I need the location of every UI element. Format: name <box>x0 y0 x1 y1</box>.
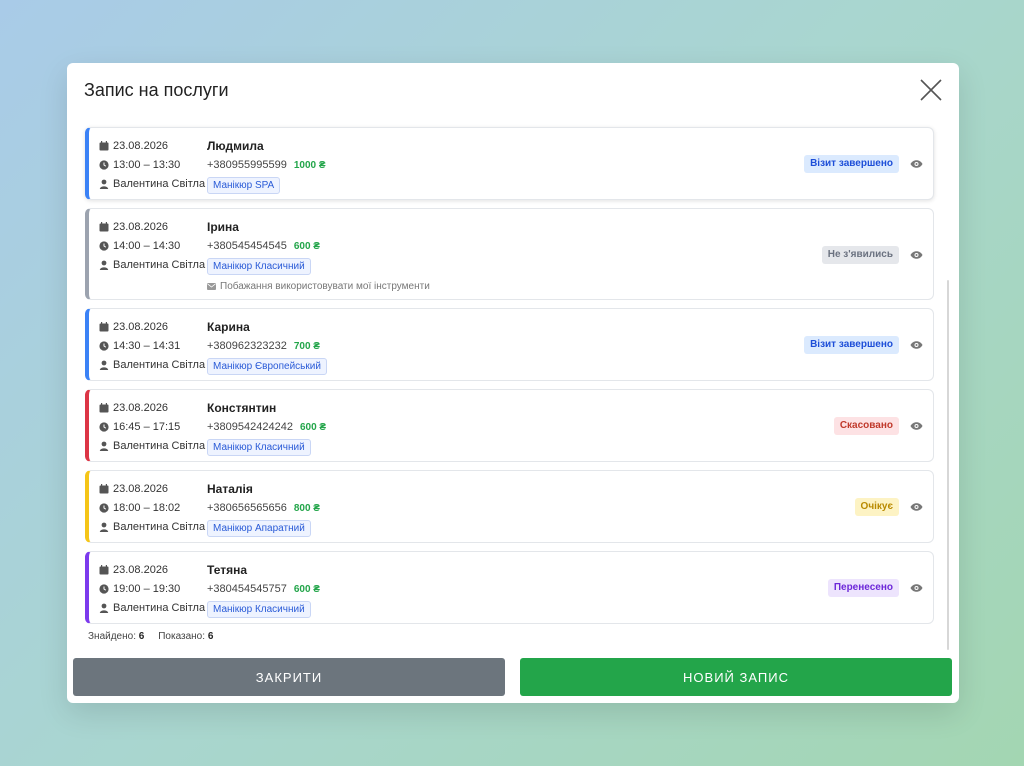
client-name: Тетяна <box>207 563 248 577</box>
status-badge: Перенесено <box>827 579 899 597</box>
appointment-time: 14:30 – 14:31 <box>113 340 181 352</box>
appointment-price: 600 ₴ <box>293 583 320 595</box>
clock-icon <box>99 160 109 170</box>
clock-icon <box>99 584 109 594</box>
close-button[interactable]: ЗАКРИТИ <box>73 658 505 696</box>
client-name: Наталія <box>207 482 253 496</box>
modal-title: Запис на послуги <box>84 80 229 100</box>
appointment-price: 1000 ₴ <box>293 159 326 171</box>
status-badge: Візит завершено <box>804 155 899 173</box>
client-name: Людмила <box>207 139 264 153</box>
user-icon <box>99 260 109 270</box>
service-tag: Манікюр Класичний <box>207 258 311 275</box>
appointment-time: 14:00 – 14:30 <box>113 240 181 252</box>
eye-icon[interactable] <box>910 250 923 260</box>
calendar-icon <box>99 565 109 575</box>
clock-icon <box>99 341 109 351</box>
appointment-price: 800 ₴ <box>293 502 320 514</box>
client-name: Ірина <box>207 220 239 234</box>
appointment-card[interactable]: 23.08.2026 13:00 – 13:30 Валентина Світл… <box>85 127 934 200</box>
service-tag: Манікюр Класичний <box>207 439 311 456</box>
calendar-icon <box>99 141 109 151</box>
appointment-master: Валентина Світла <box>113 359 206 371</box>
appointment-master: Валентина Світла <box>113 440 206 452</box>
calendar-icon <box>99 322 109 332</box>
client-phone: +380955995599 <box>207 159 287 171</box>
client-phone: +380454545757 <box>207 583 287 595</box>
shown-count: 6 <box>207 631 214 642</box>
user-icon <box>99 522 109 532</box>
eye-icon[interactable] <box>910 502 923 512</box>
appointment-date: 23.08.2026 <box>113 402 169 414</box>
client-phone: +380656565656 <box>207 502 287 514</box>
close-icon[interactable] <box>917 76 945 104</box>
user-icon <box>99 179 109 189</box>
appointment-date: 23.08.2026 <box>113 221 169 233</box>
calendar-icon <box>99 222 109 232</box>
results-summary: Знайдено: 6 Показано: 6 <box>88 631 213 642</box>
appointment-price: 600 ₴ <box>299 421 327 433</box>
eye-icon[interactable] <box>910 340 923 350</box>
appointment-date: 23.08.2026 <box>113 564 169 576</box>
appointment-master: Валентина Світла <box>113 259 206 271</box>
found-label: Знайдено: <box>88 631 136 642</box>
eye-icon[interactable] <box>910 583 923 593</box>
client-phone: +3809542424242 <box>207 421 293 433</box>
scrollbar[interactable] <box>947 280 949 650</box>
appointment-card[interactable]: 23.08.2026 14:30 – 14:31 Валентина Світл… <box>85 308 934 381</box>
envelope-icon <box>207 283 216 290</box>
appointment-note: Побажання використовувати мої інструмент… <box>220 281 430 292</box>
appointment-date: 23.08.2026 <box>113 483 169 495</box>
client-name: Карина <box>207 320 250 334</box>
service-tag: Манікюр SPA <box>207 177 281 194</box>
service-tag: Манікюр Класичний <box>207 601 311 618</box>
user-icon <box>99 441 109 451</box>
status-badge: Не з'явились <box>821 246 899 264</box>
service-tag: Манікюр Апаратний <box>207 520 311 537</box>
found-count: 6 <box>138 631 145 642</box>
appointments-list: 23.08.2026 13:00 – 13:30 Валентина Світл… <box>85 127 935 632</box>
clock-icon <box>99 503 109 513</box>
appointment-time: 16:45 – 17:15 <box>113 421 181 433</box>
appointment-time: 19:00 – 19:30 <box>113 583 181 595</box>
appointment-master: Валентина Світла <box>113 602 206 614</box>
appointment-price: 600 ₴ <box>293 240 320 252</box>
appointment-master: Валентина Світла <box>113 178 206 190</box>
eye-icon[interactable] <box>910 421 923 431</box>
user-icon <box>99 603 109 613</box>
appointment-card[interactable]: 23.08.2026 19:00 – 19:30 Валентина Світл… <box>85 551 934 624</box>
client-name: Констянтин <box>207 401 277 415</box>
appointment-price: 700 ₴ <box>293 340 320 352</box>
client-phone: +380962323232 <box>207 340 287 352</box>
appointment-date: 23.08.2026 <box>113 140 169 152</box>
eye-icon[interactable] <box>910 159 923 169</box>
status-badge: Очікує <box>854 498 899 516</box>
status-badge: Скасовано <box>833 417 899 435</box>
appointments-modal: Запис на послуги 23.08.2026 13:00 – 13:3… <box>67 63 959 703</box>
appointment-card[interactable]: 23.08.2026 14:00 – 14:30 Валентина Світл… <box>85 208 934 300</box>
calendar-icon <box>99 484 109 494</box>
user-icon <box>99 360 109 370</box>
clock-icon <box>99 241 109 251</box>
appointment-time: 13:00 – 13:30 <box>113 159 181 171</box>
status-badge: Візит завершено <box>804 336 899 354</box>
shown-label: Показано: <box>158 631 206 642</box>
service-tag: Манікюр Європейський <box>207 358 327 375</box>
clock-icon <box>99 422 109 432</box>
client-phone: +380545454545 <box>207 240 287 252</box>
appointment-master: Валентина Світла <box>113 521 206 533</box>
calendar-icon <box>99 403 109 413</box>
appointment-card[interactable]: 23.08.2026 18:00 – 18:02 Валентина Світл… <box>85 470 934 543</box>
appointment-time: 18:00 – 18:02 <box>113 502 181 514</box>
appointment-date: 23.08.2026 <box>113 321 169 333</box>
new-appointment-button[interactable]: НОВИЙ ЗАПИС <box>520 658 952 696</box>
appointment-card[interactable]: 23.08.2026 16:45 – 17:15 Валентина Світл… <box>85 389 934 462</box>
